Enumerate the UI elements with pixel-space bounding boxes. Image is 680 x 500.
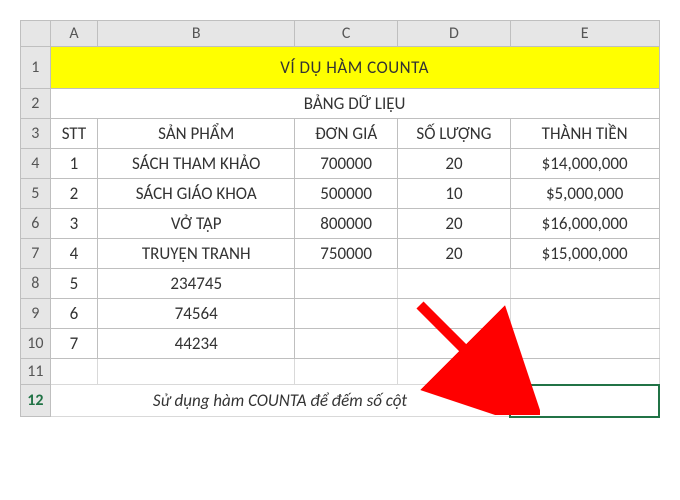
row-header-10[interactable]: 10: [21, 329, 51, 359]
cell-D8[interactable]: [398, 269, 511, 299]
cell-C10[interactable]: [295, 329, 398, 359]
cell-C8[interactable]: [295, 269, 398, 299]
cell-B8[interactable]: 234745: [98, 269, 295, 299]
cell-D10[interactable]: [398, 329, 511, 359]
cell-E10[interactable]: [510, 329, 659, 359]
row-header-11[interactable]: 11: [21, 359, 51, 385]
cell-C5[interactable]: 500000: [295, 179, 398, 209]
cell-E4[interactable]: $14,000,000: [510, 149, 659, 179]
row-header-7[interactable]: 7: [21, 239, 51, 269]
row-header-1[interactable]: 1: [21, 47, 51, 89]
cell-C6[interactable]: 800000: [295, 209, 398, 239]
cell-B5[interactable]: SÁCH GIÁO KHOA: [98, 179, 295, 209]
row-header-8[interactable]: 8: [21, 269, 51, 299]
header-thanh-tien[interactable]: THÀNH TIỀN: [510, 119, 659, 149]
cell-A11[interactable]: [50, 359, 98, 385]
cell-E11[interactable]: [510, 359, 659, 385]
cell-A8[interactable]: 5: [50, 269, 98, 299]
cell-B4[interactable]: SÁCH THAM KHẢO: [98, 149, 295, 179]
footer-text-cell[interactable]: Sử dụng hàm COUNTA để đếm số cột: [50, 385, 510, 417]
cell-A10[interactable]: 7: [50, 329, 98, 359]
row-header-12[interactable]: 12: [21, 385, 51, 417]
cell-C4[interactable]: 700000: [295, 149, 398, 179]
cell-E8[interactable]: [510, 269, 659, 299]
row-header-9[interactable]: 9: [21, 299, 51, 329]
cell-D11[interactable]: [398, 359, 511, 385]
cell-A5[interactable]: 2: [50, 179, 98, 209]
result-cell[interactable]: 7: [510, 385, 659, 417]
cell-C7[interactable]: 750000: [295, 239, 398, 269]
cell-D7[interactable]: 20: [398, 239, 511, 269]
cell-C9[interactable]: [295, 299, 398, 329]
row-header-6[interactable]: 6: [21, 209, 51, 239]
cell-E6[interactable]: $16,000,000: [510, 209, 659, 239]
cell-A4[interactable]: 1: [50, 149, 98, 179]
cell-B9[interactable]: 74564: [98, 299, 295, 329]
cell-C11[interactable]: [295, 359, 398, 385]
cell-E5[interactable]: $5,000,000: [510, 179, 659, 209]
cell-D6[interactable]: 20: [398, 209, 511, 239]
cell-D9[interactable]: [398, 299, 511, 329]
cell-B7[interactable]: TRUYỆN TRANH: [98, 239, 295, 269]
cell-A9[interactable]: 6: [50, 299, 98, 329]
col-header-D[interactable]: D: [398, 21, 511, 47]
cell-E9[interactable]: [510, 299, 659, 329]
col-header-B[interactable]: B: [98, 21, 295, 47]
cell-B10[interactable]: 44234: [98, 329, 295, 359]
cell-A6[interactable]: 3: [50, 209, 98, 239]
header-so-luong[interactable]: SỐ LƯỢNG: [398, 119, 511, 149]
col-header-E[interactable]: E: [510, 21, 659, 47]
subtitle-cell[interactable]: BẢNG DỮ LIỆU: [50, 89, 659, 119]
row-header-2[interactable]: 2: [21, 89, 51, 119]
header-san-pham[interactable]: SẢN PHẨM: [98, 119, 295, 149]
select-all-corner[interactable]: [21, 21, 51, 47]
spreadsheet-grid[interactable]: A B C D E 1 VÍ DỤ HÀM COUNTA 2 BẢNG DỮ L…: [20, 20, 660, 418]
header-stt[interactable]: STT: [50, 119, 98, 149]
col-header-C[interactable]: C: [295, 21, 398, 47]
cell-B6[interactable]: VỞ TẬP: [98, 209, 295, 239]
cell-E7[interactable]: $15,000,000: [510, 239, 659, 269]
row-header-4[interactable]: 4: [21, 149, 51, 179]
col-header-A[interactable]: A: [50, 21, 98, 47]
header-don-gia[interactable]: ĐƠN GIÁ: [295, 119, 398, 149]
cell-D4[interactable]: 20: [398, 149, 511, 179]
cell-A7[interactable]: 4: [50, 239, 98, 269]
cell-D5[interactable]: 10: [398, 179, 511, 209]
row-header-3[interactable]: 3: [21, 119, 51, 149]
cell-B11[interactable]: [98, 359, 295, 385]
row-header-5[interactable]: 5: [21, 179, 51, 209]
title-cell[interactable]: VÍ DỤ HÀM COUNTA: [50, 47, 659, 89]
